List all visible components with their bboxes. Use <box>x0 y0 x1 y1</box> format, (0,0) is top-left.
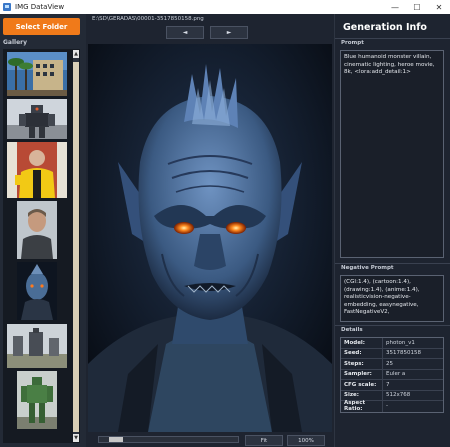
zoom-100-button[interactable]: 100% <box>287 435 325 446</box>
gallery-thumb-blue-monster[interactable] <box>17 262 57 320</box>
gallery-thumb-building[interactable] <box>7 52 67 96</box>
generation-info-panel: Generation Info Prompt Blue humanoid mon… <box>334 14 450 447</box>
gallery-scrollbar[interactable]: ▲ ▼ <box>73 50 79 442</box>
gallery-thumb-mechs-field[interactable] <box>7 324 67 368</box>
detail-key: Aspect Ratio: <box>341 400 383 412</box>
window-titlebar: IMG DataView — ☐ ✕ <box>0 0 450 14</box>
horizontal-scroll-thumb[interactable] <box>109 437 123 442</box>
window-title: IMG DataView <box>15 3 65 11</box>
prompt-label: Prompt <box>341 40 364 46</box>
next-image-button[interactable]: ► <box>210 26 248 39</box>
negative-prompt-label: Negative Prompt <box>341 265 394 271</box>
detail-value: 3517850158 <box>386 350 421 357</box>
window-controls: — ☐ ✕ <box>384 0 450 14</box>
fit-button[interactable]: Fit <box>245 435 283 446</box>
close-button[interactable]: ✕ <box>428 0 450 14</box>
divider <box>335 263 450 264</box>
detail-row-seed: Seed: 3517850158 <box>341 348 443 359</box>
detail-key: Model: <box>341 338 383 348</box>
divider <box>335 325 450 326</box>
file-path: E:\SD\GERADAS\00001-3517850158.png <box>92 16 204 22</box>
detail-key: CFG scale: <box>341 380 383 390</box>
blue-monster-thumb-image <box>17 262 57 320</box>
scroll-down-arrow-icon[interactable]: ▼ <box>73 434 79 442</box>
generation-info-title: Generation Info <box>343 22 427 33</box>
image-horizontal-scrollbar[interactable] <box>98 436 239 443</box>
green-robot-image <box>17 371 57 429</box>
gallery-list: ▲ ▼ <box>3 49 80 443</box>
center-panel: E:\SD\GERADAS\00001-3517850158.png ◄ ► F… <box>86 14 334 447</box>
detail-value: 7 <box>386 381 390 388</box>
gallery-scroll-thumb[interactable] <box>73 62 79 432</box>
detail-key: Steps: <box>341 359 383 369</box>
man-portrait-image <box>17 201 57 259</box>
scroll-up-arrow-icon[interactable]: ▲ <box>73 50 79 58</box>
detail-value: 25 <box>386 360 393 367</box>
mechs-field-image <box>7 324 67 368</box>
previous-image-button[interactable]: ◄ <box>166 26 204 39</box>
detail-key: Seed: <box>341 348 383 358</box>
app-icon <box>3 3 11 11</box>
gallery-thumb-yellow-jacket[interactable] <box>7 142 67 198</box>
detail-row-aspect-ratio: Aspect Ratio: - <box>341 400 443 412</box>
detail-key: Sampler: <box>341 369 383 379</box>
minimize-button[interactable]: — <box>384 0 406 14</box>
detail-value: 512x768 <box>386 392 411 399</box>
detail-row-steps: Steps: 25 <box>341 359 443 370</box>
detail-row-model: Model: photon_v1 <box>341 338 443 349</box>
gallery-thumb-green-robot[interactable] <box>17 371 57 429</box>
image-viewer[interactable] <box>88 44 332 432</box>
detail-value: - <box>386 403 388 410</box>
building-image <box>7 52 67 96</box>
divider <box>335 38 450 39</box>
blue-monster-image <box>88 44 332 432</box>
detail-row-sampler: Sampler: Euler a <box>341 369 443 380</box>
details-label: Details <box>341 327 363 333</box>
detail-value: photon_v1 <box>386 339 415 346</box>
robot-image <box>7 99 67 139</box>
maximize-button[interactable]: ☐ <box>406 0 428 14</box>
prompt-textbox[interactable]: Blue humanoid monster villain, cinematic… <box>340 50 444 258</box>
details-table: Model: photon_v1 Seed: 3517850158 Steps:… <box>340 337 444 413</box>
left-panel: Select Folder Gallery ▲ ▼ <box>0 14 86 447</box>
viewer-bottom-bar: Fit 100% <box>86 434 334 447</box>
negative-prompt-textbox[interactable]: (CGI:1.4), (cartoon:1.4), (drawing:1.4),… <box>340 275 444 322</box>
detail-value: Euler a <box>386 371 406 378</box>
gallery-thumb-robot[interactable] <box>7 99 67 139</box>
gallery-thumb-man-portrait[interactable] <box>17 201 57 259</box>
detail-key: Size: <box>341 390 383 400</box>
gallery-label: Gallery <box>3 39 28 46</box>
select-folder-button[interactable]: Select Folder <box>3 18 80 35</box>
yellow-jacket-image <box>7 142 67 198</box>
detail-row-cfg-scale: CFG scale: 7 <box>341 380 443 391</box>
